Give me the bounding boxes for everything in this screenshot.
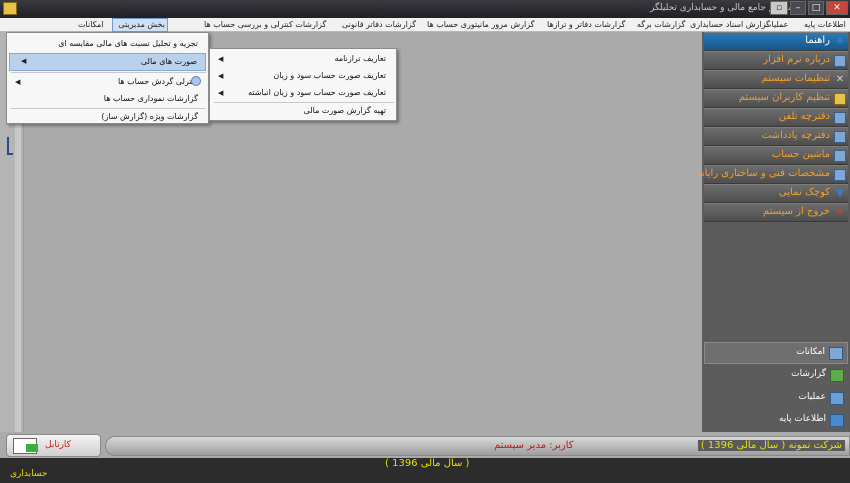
minimize-icon: ▼ bbox=[836, 188, 844, 199]
system-mode: حسابداری bbox=[10, 469, 48, 479]
menu-accounting-docs[interactable]: گزارش اسناد حسابداری bbox=[688, 18, 772, 32]
menu-bar: اطلاعات پایه عملیات گزارش اسناد حسابداری… bbox=[0, 18, 850, 32]
menu-prepare-financial-report[interactable]: تهیه گزارش صورت مالی bbox=[212, 102, 394, 120]
submenu-arrow-icon: ◀ bbox=[218, 55, 224, 63]
menu-control-reports[interactable]: گزارشات کنترلی و بررسی حساب ها bbox=[202, 18, 328, 32]
submenu-arrow-icon: ◀ bbox=[21, 57, 27, 65]
sidebar-item-notepad[interactable]: دفترچه یادداشت bbox=[704, 127, 848, 146]
menu-report-builder[interactable]: گزارشات ویژه (گزارش ساز) bbox=[9, 108, 206, 126]
submenu-arrow-icon: ◀ bbox=[218, 72, 224, 80]
current-user: کاربر: مدیر سیستم bbox=[494, 440, 574, 451]
calculator-icon bbox=[834, 150, 846, 162]
menu-features[interactable]: امکانات bbox=[76, 18, 106, 32]
bracket-marker-icon bbox=[7, 137, 13, 155]
features-icon bbox=[829, 347, 843, 360]
menu-ledger-reports[interactable]: گزارشات دفاتر و ترازها bbox=[545, 18, 627, 32]
menu-monitor-review[interactable]: گزارش مرور مانیتوری حساب ها bbox=[425, 18, 536, 32]
kartabl-button[interactable]: کارتابل bbox=[6, 434, 101, 457]
menu-base-info[interactable]: اطلاعات پایه bbox=[802, 18, 848, 32]
right-sidebar: راهنما ❖ درباره نرم افزار تنظیمات سیستم … bbox=[697, 32, 850, 432]
reports-icon bbox=[830, 369, 844, 382]
submenu-arrow-icon: ◀ bbox=[218, 89, 224, 97]
status-bar: کاربر: مدیر سیستم شرکت نمونه ( سال مالی … bbox=[105, 436, 850, 456]
menu-retained-earnings-def[interactable]: ◀ تعاریف صورت حساب سود و زیان انباشته bbox=[212, 84, 394, 102]
footer-bar: ( سال مالی 1396 ) حسابداری bbox=[0, 458, 850, 483]
help-icon: ❖ bbox=[835, 36, 845, 47]
sidebar-item-settings[interactable]: تنظیمات سیستم ✕ bbox=[704, 70, 848, 89]
sidebar-bottom-operations[interactable]: عملیات bbox=[704, 388, 848, 410]
sidebar-bottom-features[interactable]: امکانات bbox=[704, 342, 848, 364]
management-dropdown: تجزیه و تحلیل نسبت های مالی مقایسه ای صو… bbox=[6, 32, 209, 124]
menu-income-statement-def[interactable]: ◀ تعاریف صورت حساب سود و زیان bbox=[212, 67, 394, 85]
sidebar-item-minimize[interactable]: کوچک نمایی ▼ bbox=[704, 184, 848, 203]
menu-legal-books[interactable]: گزارشات دفاتر قانونی bbox=[340, 18, 418, 32]
system-menu-icon[interactable]: ▫ bbox=[770, 1, 788, 15]
exit-icon: ✕ bbox=[835, 207, 845, 218]
financial-statements-submenu: ◀ تعاریف ترازنامه ◀ تعاریف صورت حساب سود… bbox=[209, 48, 397, 121]
operations-icon bbox=[830, 392, 844, 405]
maximize-button[interactable]: □ bbox=[808, 1, 824, 15]
sidebar-item-help[interactable]: راهنما ❖ bbox=[704, 32, 848, 51]
phone-book-icon bbox=[834, 112, 846, 124]
sidebar-bottom-base-info[interactable]: اطلاعات پایه bbox=[704, 410, 848, 432]
close-button[interactable]: ✕ bbox=[826, 1, 848, 15]
company-name: شرکت نمونه ( سال مالی 1396 ) bbox=[697, 440, 845, 451]
menu-management[interactable]: بخش مدیریتی bbox=[112, 18, 168, 32]
notepad-icon bbox=[834, 131, 846, 143]
computer-icon bbox=[834, 169, 846, 181]
users-icon bbox=[834, 93, 846, 105]
fiscal-year: ( سال مالی 1396 ) bbox=[385, 458, 470, 469]
app-icon bbox=[3, 2, 17, 15]
tools-icon: ✕ bbox=[835, 74, 845, 85]
sidebar-item-exit[interactable]: خروج از سیستم ✕ bbox=[704, 203, 848, 222]
magnifier-icon bbox=[191, 76, 201, 86]
minimize-button[interactable]: – bbox=[790, 1, 806, 15]
sidebar-item-phonebook[interactable]: دفترچه تلفن bbox=[704, 108, 848, 127]
menu-financial-statements[interactable]: صورت های مالی bbox=[9, 53, 206, 71]
menu-chart-reports[interactable]: گزارشات نموداری حساب ها bbox=[9, 90, 206, 108]
menu-sheet-reports[interactable]: گزارشات برگه bbox=[635, 18, 687, 32]
sidebar-item-users[interactable]: تنظیم کاربران سیستم bbox=[704, 89, 848, 108]
sidebar-bottom-reports[interactable]: گزارشات bbox=[704, 365, 848, 387]
sidebar-item-computer-specs[interactable]: مشخصات فنی و ساختاری رایانه bbox=[697, 165, 848, 184]
info-icon bbox=[834, 55, 846, 67]
sidebar-item-about[interactable]: درباره نرم افزار bbox=[704, 51, 848, 70]
inbox-icon bbox=[13, 438, 38, 454]
menu-balance-sheet-def[interactable]: ◀ تعاریف ترازنامه bbox=[212, 50, 394, 68]
sidebar-item-calculator[interactable]: ماشین حساب bbox=[704, 146, 848, 165]
menu-turnover-control[interactable]: ◀ کنترلی گردش حساب ها bbox=[9, 73, 206, 91]
menu-ratio-analysis[interactable]: تجزیه و تحلیل نسبت های مالی مقایسه ای bbox=[9, 35, 206, 53]
title-bar: سیستم جامع مالی و حسابداری تحلیلگر ▫ – □… bbox=[0, 0, 850, 18]
submenu-arrow-icon: ◀ bbox=[15, 78, 21, 86]
base-info-icon bbox=[830, 414, 844, 427]
